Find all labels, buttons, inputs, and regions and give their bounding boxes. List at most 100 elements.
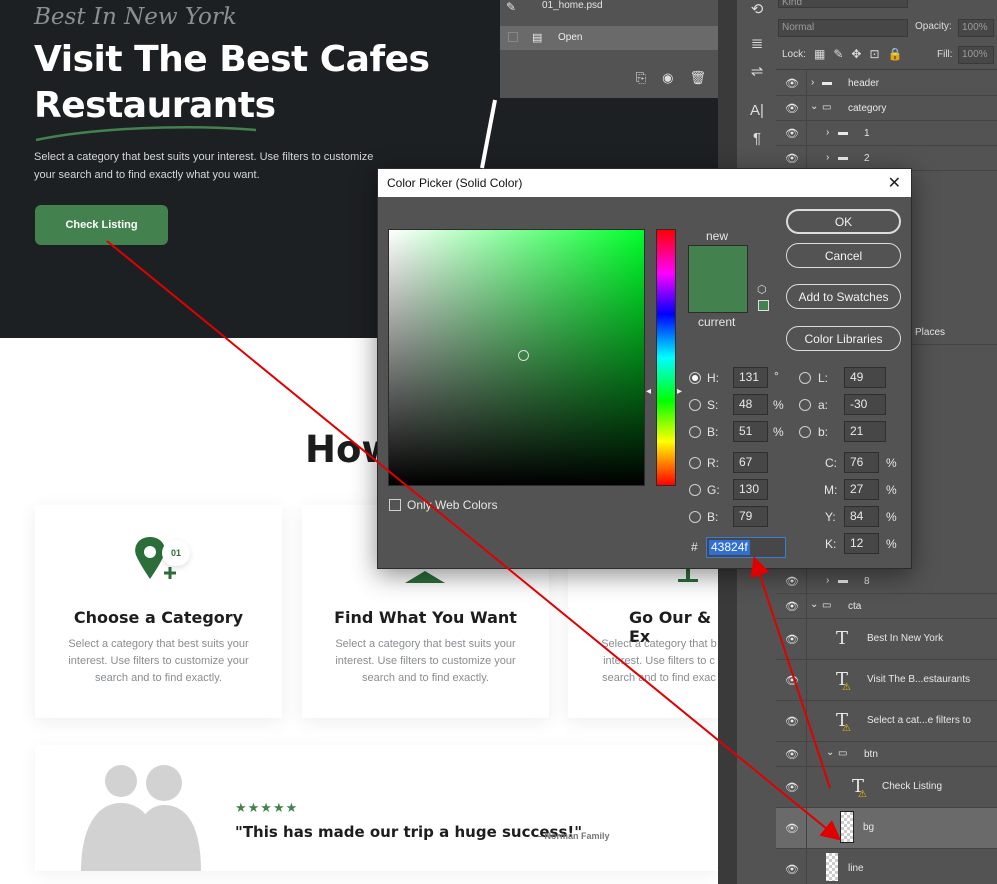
folder-icon: ▬	[838, 575, 848, 586]
cancel-button[interactable]: Cancel	[786, 243, 901, 268]
cyan-label: C:	[825, 456, 837, 470]
expand-chevron-icon[interactable]: ›	[826, 127, 829, 138]
trash-icon[interactable]: 🗑	[689, 70, 706, 86]
layer-shape-bg[interactable]: 👁 bg	[776, 808, 997, 849]
history-checkbox[interactable]	[508, 32, 518, 42]
green-radio[interactable]	[689, 484, 701, 496]
document-icon: ▤	[532, 32, 543, 44]
visibility-eye-icon[interactable]: 👁	[785, 575, 799, 588]
camera-icon[interactable]: ◉	[662, 70, 673, 86]
expand-chevron-icon[interactable]: ›	[826, 575, 829, 586]
fill-input[interactable]: 100%	[958, 46, 994, 64]
magenta-input[interactable]: 27	[844, 479, 879, 500]
layer-group-btn[interactable]: 👁 ⌄ ▭ btn	[776, 742, 997, 767]
new-document-from-state-icon[interactable]: ⎘	[636, 70, 646, 86]
visibility-eye-icon[interactable]: 👁	[785, 152, 799, 165]
green-input[interactable]: 130	[733, 479, 768, 500]
layer-text-check[interactable]: 👁 T ⚠ Check Listing	[776, 767, 997, 808]
hex-value: 43824f	[709, 540, 750, 555]
history-state-open[interactable]: ▤ Open	[500, 26, 718, 50]
only-web-colors-checkbox[interactable]	[389, 499, 401, 511]
visibility-eye-icon[interactable]: 👁	[785, 600, 799, 613]
layer-text-visit[interactable]: 👁 T ⚠ Visit The B...estaurants	[776, 660, 997, 701]
expand-chevron-icon[interactable]: ›	[811, 77, 814, 88]
ok-button[interactable]: OK	[786, 209, 901, 234]
history-snapshot-row[interactable]: ✎ 01_home.psd	[500, 0, 720, 18]
layer-name: 8	[864, 576, 870, 587]
hue-label: H:	[707, 371, 719, 385]
blue-radio[interactable]	[689, 511, 701, 523]
layer-group-1[interactable]: 👁 › ▬ 1	[776, 121, 997, 146]
layer-group-8[interactable]: 👁 › ▬ 8	[776, 569, 997, 594]
lightness-radio[interactable]	[799, 372, 811, 384]
cyan-input[interactable]: 76	[844, 452, 879, 473]
lock-icons[interactable]: ▦✎✥⊡🔒	[814, 47, 910, 61]
hue-slider-right-arrow-icon[interactable]: ▸	[677, 386, 682, 397]
layer-text-best[interactable]: 👁 T Best In New York	[776, 619, 997, 660]
brightness-input[interactable]: 51	[733, 421, 768, 442]
b-channel-label: b:	[818, 425, 829, 439]
visibility-eye-icon[interactable]: 👁	[785, 822, 799, 835]
opacity-input[interactable]: 100%	[958, 19, 994, 37]
dialog-titlebar[interactable]: Color Picker (Solid Color) ✕	[378, 169, 911, 197]
visibility-eye-icon[interactable]: 👁	[785, 127, 799, 140]
visibility-eye-icon[interactable]: 👁	[785, 102, 799, 115]
collapse-chevron-icon[interactable]: ⌄	[810, 101, 818, 112]
layer-filter-kind[interactable]: Kind	[778, 0, 908, 8]
visibility-eye-icon[interactable]: 👁	[785, 863, 799, 876]
visibility-eye-icon[interactable]: 👁	[785, 715, 799, 728]
hex-input[interactable]: 43824f	[706, 537, 786, 558]
testimonial-author: – Norman Family	[537, 831, 610, 841]
folder-open-icon: ▭	[822, 102, 832, 113]
hue-slider-left-arrow-icon[interactable]: ◂	[646, 386, 651, 397]
new-color-swatch	[688, 245, 748, 313]
collapse-chevron-icon[interactable]: ⌄	[826, 747, 834, 758]
layer-group-category[interactable]: 👁 ⌄ ▭ category	[776, 96, 997, 121]
saturation-radio[interactable]	[689, 399, 701, 411]
visibility-eye-icon[interactable]: 👁	[785, 674, 799, 687]
history-icon[interactable]: ⟲	[746, 0, 768, 22]
visibility-eye-icon[interactable]: 👁	[785, 781, 799, 794]
blend-mode-select[interactable]: Normal	[778, 19, 908, 37]
adjustments-icon[interactable]: ⇌	[746, 62, 768, 84]
color-field[interactable]	[388, 229, 645, 486]
brightness-radio[interactable]	[689, 426, 701, 438]
folder-open-icon: ▭	[838, 748, 848, 759]
hue-input[interactable]: 131	[733, 367, 768, 388]
color-libraries-button[interactable]: Color Libraries	[786, 326, 901, 351]
blue-input[interactable]: 79	[733, 506, 768, 527]
hue-slider[interactable]	[656, 229, 676, 486]
saturation-input[interactable]: 48	[733, 394, 768, 415]
check-listing-button[interactable]: Check Listing	[35, 205, 168, 245]
yellow-input[interactable]: 84	[844, 506, 879, 527]
a-channel-input[interactable]: -30	[844, 394, 886, 415]
b-channel-radio[interactable]	[799, 426, 811, 438]
web-safe-swatch[interactable]	[758, 300, 769, 311]
close-icon[interactable]: ✕	[888, 173, 901, 193]
a-channel-radio[interactable]	[799, 399, 811, 411]
lightness-input[interactable]: 49	[844, 367, 886, 388]
brush-settings-icon[interactable]: ≣	[746, 34, 768, 56]
layer-text-select[interactable]: 👁 T ⚠ Select a cat...e filters to	[776, 701, 997, 742]
percent-unit: %	[886, 456, 897, 470]
degree-unit: °	[774, 369, 779, 383]
hue-radio[interactable]	[689, 372, 701, 384]
black-input[interactable]: 12	[844, 533, 879, 554]
paragraph-icon[interactable]: ¶	[746, 130, 768, 152]
layer-shape-line[interactable]: 👁 line	[776, 849, 997, 884]
color-field-cursor[interactable]	[518, 350, 529, 361]
b-channel-input[interactable]: 21	[844, 421, 886, 442]
collapse-chevron-icon[interactable]: ⌄	[810, 599, 818, 610]
percent-unit: %	[886, 537, 897, 551]
red-radio[interactable]	[689, 457, 701, 469]
add-to-swatches-button[interactable]: Add to Swatches	[786, 284, 901, 309]
red-input[interactable]: 67	[733, 452, 768, 473]
cube-icon[interactable]: ⬡	[757, 283, 767, 296]
layer-group-cta[interactable]: 👁 ⌄ ▭ cta	[776, 594, 997, 619]
visibility-eye-icon[interactable]: 👁	[785, 77, 799, 90]
layer-group-header[interactable]: 👁 › ▬ header	[776, 71, 997, 96]
expand-chevron-icon[interactable]: ›	[826, 152, 829, 163]
visibility-eye-icon[interactable]: 👁	[785, 748, 799, 761]
visibility-eye-icon[interactable]: 👁	[785, 633, 799, 646]
character-icon[interactable]: A|	[746, 102, 768, 124]
